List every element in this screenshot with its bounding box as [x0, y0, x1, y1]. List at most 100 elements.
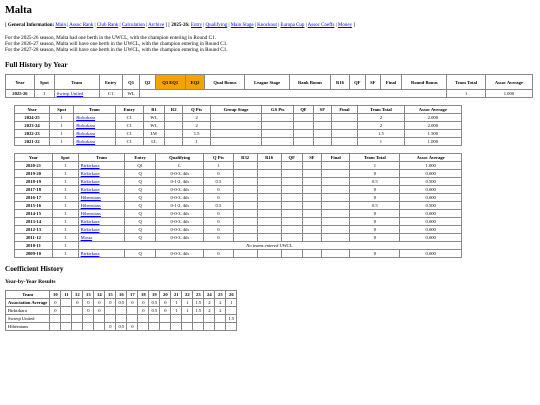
table-header-row: Year Spot Team Entry Q1 Q2 Q3 EQ1 EQ2 Qual Bonus… — [5, 74, 534, 90]
table-cell: 0 — [203, 209, 234, 218]
table-cell: 0 — [126, 298, 139, 307]
table-cell: 1 — [51, 249, 79, 258]
nav-link[interactable]: Calculation — [122, 23, 145, 28]
team-link[interactable]: Birkirkara — [81, 163, 100, 168]
column-header: 13 — [82, 290, 95, 299]
table-cell: 0-1-2, 4th — [154, 201, 205, 210]
team-link[interactable]: Mosta — [81, 235, 92, 240]
table-cell: 2010-11 — [14, 241, 53, 250]
column-header: Team Total — [446, 74, 486, 90]
table-cell — [232, 193, 258, 202]
nav-link[interactable]: Money — [338, 23, 352, 28]
column-header: Q3 EQ1 — [154, 74, 186, 90]
team-link[interactable]: Hibernians — [81, 195, 101, 200]
table-cell: 0 — [203, 169, 234, 178]
table-cell — [256, 193, 282, 202]
team-link[interactable]: Birkirkara — [81, 171, 100, 176]
table-cell — [256, 201, 282, 210]
table-cell: 1 — [49, 121, 75, 130]
table-cell: 0.5 — [349, 201, 401, 210]
column-header: R16 — [256, 153, 282, 162]
nav-link[interactable]: Knockout — [257, 23, 277, 28]
table-cell — [203, 314, 216, 323]
table-cell: L — [154, 161, 205, 170]
table-cell: Q — [124, 185, 156, 194]
table-cell: Q — [124, 201, 156, 210]
table-cell: 2015-16 — [14, 201, 53, 210]
table-cell — [60, 306, 73, 315]
nav-link[interactable]: Entry — [191, 23, 202, 28]
table-cell — [256, 217, 282, 226]
column-header: Assoc Average — [484, 74, 534, 90]
column-header: Year — [14, 153, 53, 162]
table-cell: 1 — [51, 185, 79, 194]
table-cell: 2 — [203, 306, 216, 315]
table-cell — [209, 121, 263, 130]
column-header: 23 — [192, 290, 205, 299]
team-link[interactable]: Birkirkara — [81, 227, 100, 232]
team-link[interactable]: Birkirkara — [81, 187, 100, 192]
table-cell — [301, 209, 323, 218]
team-link[interactable]: Birkirkara — [81, 219, 100, 224]
table-cell — [330, 129, 359, 138]
table-cell: 1.5 — [182, 129, 211, 138]
column-header: R16 — [330, 74, 350, 90]
nav-link[interactable]: Europa Cup — [280, 23, 304, 28]
table-cell: 1 — [170, 306, 183, 315]
table-cell: 0-0-3, 4th — [154, 169, 205, 178]
season-label: 2025-26: — [171, 23, 190, 28]
table-cell — [312, 129, 332, 138]
column-header: Group Stage — [209, 105, 263, 114]
table-cell — [232, 249, 258, 258]
team-link[interactable]: Birkirkara — [76, 115, 95, 120]
column-header: 17 — [126, 290, 139, 299]
nav-link[interactable]: Assoc Rank — [69, 23, 93, 28]
table-cell — [321, 185, 351, 194]
table-cell — [49, 322, 62, 331]
column-header: QF — [348, 74, 366, 90]
column-header: Team Total — [357, 105, 405, 114]
table-cell: 2018-19 — [14, 177, 53, 186]
table-cell: 1 — [446, 89, 486, 98]
table-cell — [301, 169, 323, 178]
team-link[interactable]: Birkirkara — [76, 131, 95, 136]
general-label: General Information: — [7, 23, 55, 28]
table-cell — [256, 225, 282, 234]
team-link[interactable]: Birkirkara — [81, 179, 100, 184]
nav-link[interactable]: Club Rank — [97, 23, 119, 28]
table-cell: WL — [142, 121, 166, 130]
team-link[interactable]: Hibernians — [81, 203, 101, 208]
team-link[interactable]: Birkirkara — [81, 251, 100, 256]
column-header: 21 — [170, 290, 183, 299]
column-header: Year — [13, 105, 51, 114]
nav-link[interactable]: Main Stage — [231, 23, 254, 28]
table-cell: Birkirkara — [73, 113, 116, 122]
table-cell — [321, 233, 351, 242]
table-cell: 0 — [104, 322, 117, 331]
team-link[interactable]: Birkirkara — [76, 123, 95, 128]
nav-link[interactable]: Assoc Coeffs — [308, 23, 335, 28]
berth-notes: For the 2025-26 season, Malta had one be… — [5, 35, 535, 53]
table-cell — [93, 314, 106, 323]
table-cell: 0 — [203, 217, 234, 226]
table-cell: 1 — [51, 241, 79, 250]
team-link[interactable]: Swieqi United — [57, 91, 83, 96]
history-table-2021-2025: Year Spot Team Entry R1 R2 Q Pts Group Stage GS … — [13, 105, 463, 146]
current-season-table: Year Spot Team Entry Q1 Q2 Q3 EQ1 EQ2 Qual Bonus… — [5, 74, 534, 98]
table-cell: 0-0-3, 4th — [154, 193, 205, 202]
nav-link[interactable]: Archive — [148, 23, 164, 28]
table-cell: C1 — [114, 137, 144, 146]
table-cell — [280, 161, 303, 170]
nav-link[interactable]: Main — [55, 23, 66, 28]
team-link[interactable]: Birkirkara — [76, 139, 95, 144]
table-cell — [164, 113, 184, 122]
table-cell: 1.500 — [403, 129, 463, 138]
table-cell: 2 — [203, 298, 216, 307]
nav-link[interactable]: Qualifying — [206, 23, 228, 28]
team-link[interactable]: Hibernians — [81, 211, 101, 216]
table-row: 2023-24 1 Birkirkara C1 WL 2 2 2.000 — [13, 121, 463, 130]
team-name: Swieqi United — [4, 314, 51, 323]
table-cell: Mosta — [77, 233, 126, 242]
table-cell: 1 — [357, 137, 405, 146]
table-cell: 1 — [181, 306, 194, 315]
